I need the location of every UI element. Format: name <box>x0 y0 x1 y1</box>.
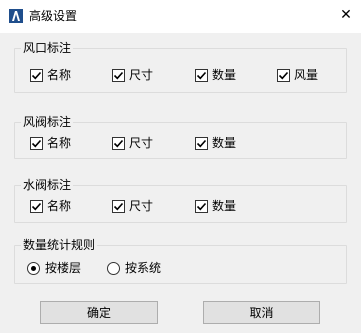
checkbox-label: 尺寸 <box>129 68 154 82</box>
radio-selected-dot <box>31 265 36 271</box>
check-icon <box>31 202 42 210</box>
ok-button[interactable]: 确定 <box>40 301 158 324</box>
radio-label: 按楼层 <box>45 261 82 275</box>
radio-circle[interactable] <box>107 261 120 275</box>
checkbox-water-valve-size[interactable]: 尺寸 <box>112 198 153 214</box>
checkbox-air-valve-quantity[interactable]: 数量 <box>195 135 236 151</box>
check-icon <box>278 71 289 79</box>
title-bar: 高级设置 ✕ <box>0 0 361 33</box>
checkbox-air-valve-name[interactable]: 名称 <box>30 135 71 151</box>
radio-by-system[interactable]: 按系统 <box>107 260 161 276</box>
checkbox-label: 名称 <box>47 199 72 213</box>
checkbox-box[interactable] <box>195 68 208 82</box>
window-title: 高级设置 <box>29 9 78 23</box>
close-icon: ✕ <box>340 7 352 23</box>
checkbox-box[interactable] <box>30 68 43 82</box>
checkbox-label: 尺寸 <box>129 199 154 213</box>
check-icon <box>113 139 124 147</box>
group-air-valve-label: 风阀标注 名称 尺寸 数量 <box>14 114 347 159</box>
checkbox-label: 数量 <box>212 68 237 82</box>
check-icon <box>196 202 207 210</box>
check-icon <box>196 71 207 79</box>
checkbox-water-valve-quantity[interactable]: 数量 <box>195 198 236 214</box>
checkbox-water-valve-name[interactable]: 名称 <box>30 198 71 214</box>
checkbox-box[interactable] <box>195 199 208 213</box>
checkbox-air-outlet-quantity[interactable]: 数量 <box>195 67 236 83</box>
checkbox-label: 尺寸 <box>129 136 154 150</box>
checkbox-label: 风量 <box>294 68 319 82</box>
checkbox-box[interactable] <box>112 68 125 82</box>
checkbox-label: 名称 <box>47 136 72 150</box>
dialog-body: 风口标注 名称 尺寸 数量 风量 风阀标注 名称 尺寸 数量 水阀标注 名称 尺… <box>0 33 361 333</box>
checkbox-label: 数量 <box>212 136 237 150</box>
check-icon <box>196 139 207 147</box>
checkbox-box[interactable] <box>30 199 43 213</box>
group-water-valve-label: 水阀标注 名称 尺寸 数量 <box>14 177 347 223</box>
checkbox-air-outlet-name[interactable]: 名称 <box>30 67 71 83</box>
checkbox-label: 数量 <box>212 199 237 213</box>
checkbox-box[interactable] <box>277 68 290 82</box>
group-title: 风阀标注 <box>21 114 74 130</box>
radio-circle[interactable] <box>27 261 40 275</box>
group-air-outlet-label: 风口标注 名称 尺寸 数量 风量 <box>14 40 347 93</box>
checkbox-box[interactable] <box>195 136 208 150</box>
checkbox-box[interactable] <box>30 136 43 150</box>
checkbox-air-outlet-airflow[interactable]: 风量 <box>277 67 318 83</box>
checkbox-air-outlet-size[interactable]: 尺寸 <box>112 67 153 83</box>
radio-label: 按系统 <box>125 261 162 275</box>
group-title: 水阀标注 <box>21 177 74 193</box>
check-icon <box>113 71 124 79</box>
checkbox-box[interactable] <box>112 136 125 150</box>
checkbox-air-valve-size[interactable]: 尺寸 <box>112 135 153 151</box>
checkbox-box[interactable] <box>112 199 125 213</box>
checkbox-label: 名称 <box>47 68 72 82</box>
check-icon <box>31 71 42 79</box>
radio-by-floor[interactable]: 按楼层 <box>27 260 81 276</box>
check-icon <box>113 202 124 210</box>
group-title: 风口标注 <box>21 40 74 56</box>
app-logo-icon <box>9 9 23 23</box>
cancel-button[interactable]: 取消 <box>203 301 320 324</box>
group-quantity-stat-rule: 数量统计规则 按楼层 按系统 <box>14 237 347 284</box>
check-icon <box>31 139 42 147</box>
group-title: 数量统计规则 <box>21 237 98 253</box>
close-button[interactable]: ✕ <box>331 0 361 30</box>
